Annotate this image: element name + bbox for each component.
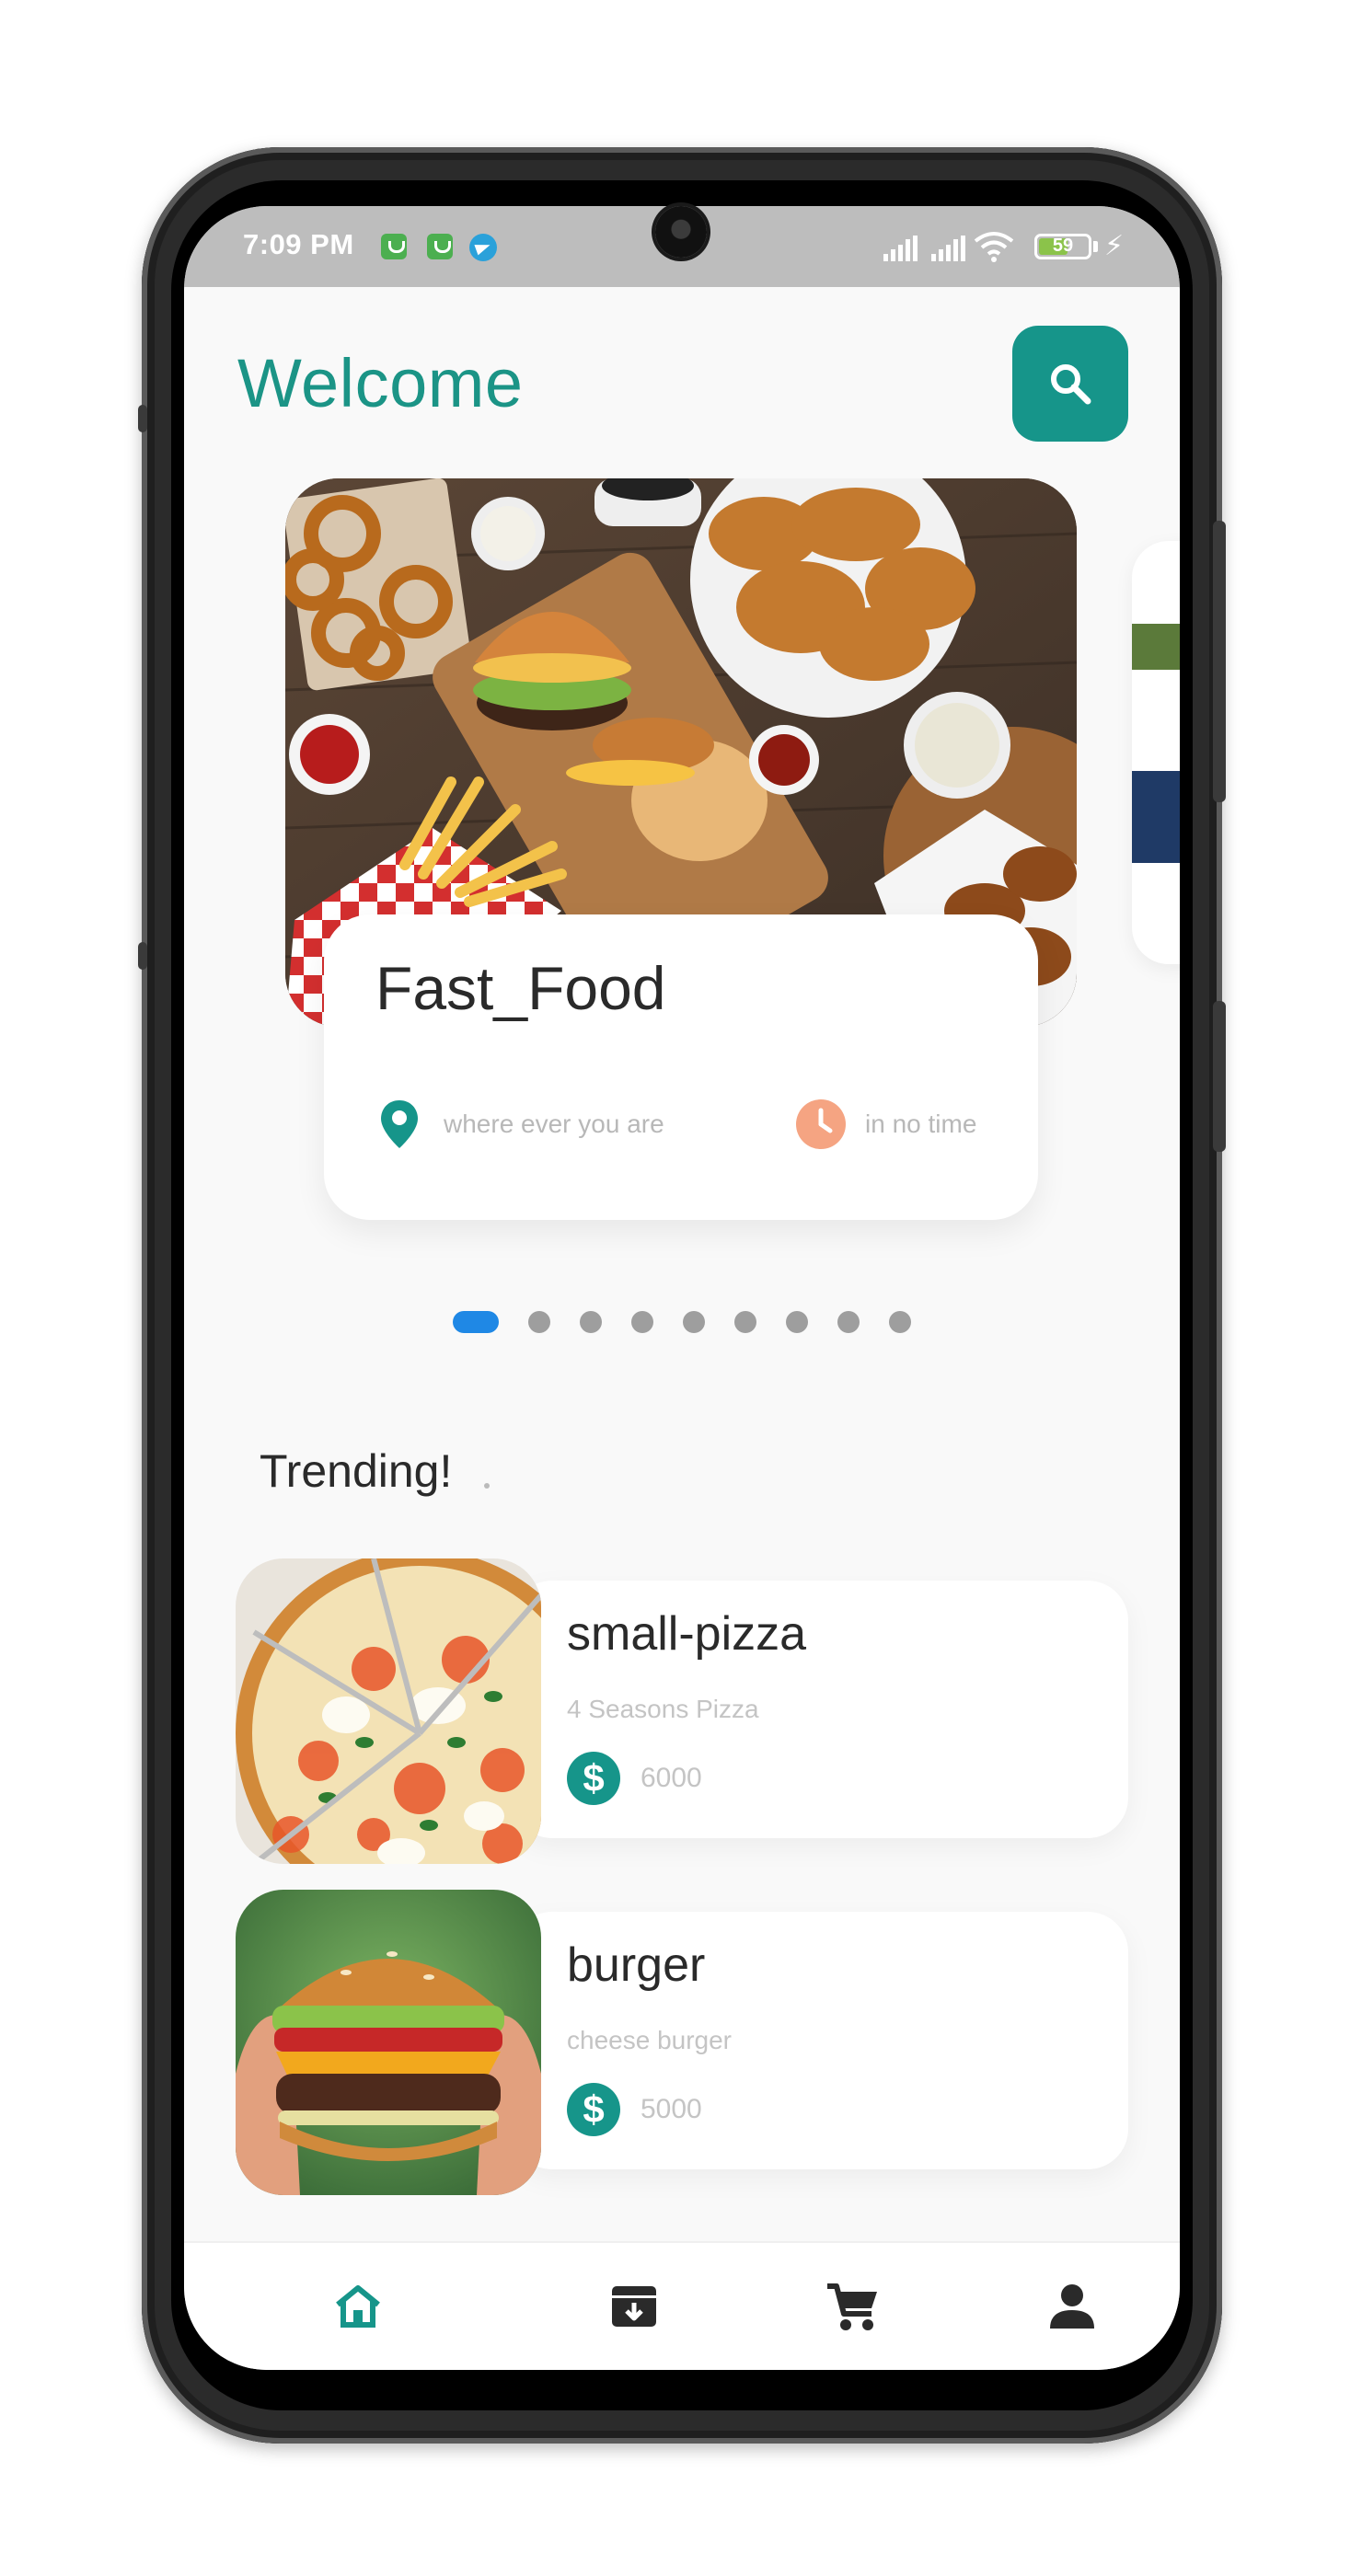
battery-tip <box>1093 241 1098 252</box>
carousel-dot[interactable] <box>631 1311 653 1333</box>
signal-strength-icon <box>931 234 968 261</box>
notification-app-icon <box>427 234 453 259</box>
carousel-dot[interactable] <box>734 1311 756 1333</box>
time-info: in no time <box>795 1098 976 1150</box>
battery-icon: 59 <box>1034 234 1091 259</box>
item-price-row: $ 6000 <box>567 1752 702 1805</box>
app-screen: 7:09 PM 59 ⚡ Welcome Fast_Food where eve… <box>184 206 1180 2370</box>
dollar-icon: $ <box>567 1752 620 1805</box>
home-icon <box>336 2285 380 2328</box>
volume-button <box>1213 521 1226 802</box>
battery-percent: 59 <box>1052 236 1074 256</box>
section-title-trending: Trending! <box>260 1445 453 1497</box>
location-text: where ever you are <box>444 1110 664 1138</box>
carousel-dot[interactable] <box>837 1311 860 1333</box>
next-slide-thumbnail <box>1132 624 1180 670</box>
notification-app-icon <box>381 234 407 259</box>
item-description: cheese burger <box>567 2026 733 2054</box>
nav-home[interactable] <box>326 2274 390 2339</box>
clock-icon <box>796 1099 846 1149</box>
trending-item-burger[interactable]: burger cheese burger $ 5000 <box>236 1890 1128 2195</box>
carousel-dot-active[interactable] <box>453 1311 499 1333</box>
carousel-dot[interactable] <box>528 1311 550 1333</box>
next-slide-preview[interactable] <box>1132 541 1180 964</box>
power-button <box>1213 1001 1226 1152</box>
location-info: where ever you are <box>379 1098 664 1150</box>
trending-item-pizza[interactable]: small-pizza 4 Seasons Pizza $ 6000 <box>236 1558 1128 1864</box>
person-icon <box>1050 2284 1094 2329</box>
cart-icon <box>827 2283 877 2330</box>
pizza-illustration <box>236 1558 541 1864</box>
page-title: Welcome <box>237 345 524 421</box>
telegram-icon <box>469 234 497 261</box>
archive-icon <box>612 2286 656 2327</box>
signal-strength-icon <box>883 234 920 261</box>
burger-image <box>236 1890 541 2195</box>
nav-profile[interactable] <box>1040 2274 1104 2339</box>
next-slide-thumbnail <box>1132 771 1180 863</box>
item-description: 4 Seasons Pizza <box>567 1695 759 1723</box>
wifi-icon <box>974 232 1014 262</box>
carousel-info-card[interactable]: Fast_Food where ever you are in no time <box>324 914 1038 1220</box>
search-button[interactable] <box>1012 326 1128 442</box>
dollar-icon: $ <box>567 2083 620 2136</box>
front-camera <box>655 206 707 258</box>
item-price-row: $ 5000 <box>567 2083 702 2136</box>
carousel-dot[interactable] <box>580 1311 602 1333</box>
carousel-dot[interactable] <box>683 1311 705 1333</box>
item-name: burger <box>567 1938 706 1992</box>
nav-cart[interactable] <box>821 2274 885 2339</box>
time-text: in no time <box>865 1110 977 1138</box>
item-price: 5000 <box>641 2094 702 2124</box>
left-side-button <box>138 405 147 432</box>
charging-icon: ⚡ <box>1104 231 1125 261</box>
carousel-dot[interactable] <box>786 1311 808 1333</box>
search-icon <box>1051 364 1091 405</box>
burger-illustration <box>236 1890 541 2195</box>
bottom-navigation <box>184 2241 1180 2370</box>
carousel-dot[interactable] <box>889 1311 911 1333</box>
section-title-mark <box>484 1483 490 1489</box>
status-time: 7:09 PM <box>243 228 354 260</box>
left-side-button <box>138 942 147 970</box>
item-price: 6000 <box>641 1763 702 1793</box>
item-name: small-pizza <box>567 1607 807 1661</box>
nav-orders[interactable] <box>602 2274 666 2339</box>
carousel-indicator <box>184 1308 1180 1336</box>
pizza-image <box>236 1558 541 1864</box>
carousel-title: Fast_Food <box>375 954 666 1022</box>
location-pin-icon <box>381 1100 418 1148</box>
